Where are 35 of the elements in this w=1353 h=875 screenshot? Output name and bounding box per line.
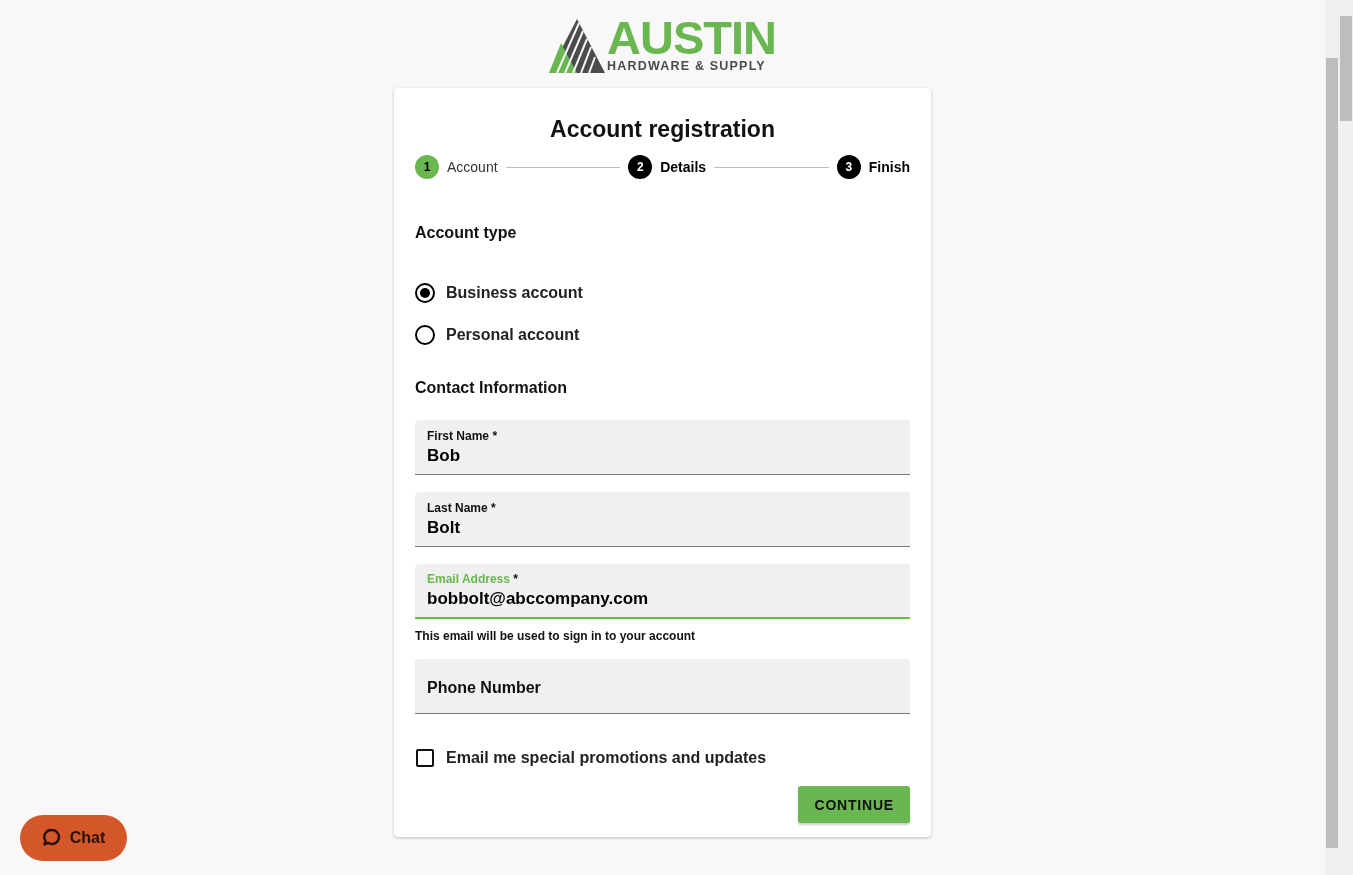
radio-label[interactable]: Personal account bbox=[446, 326, 580, 344]
radio-button[interactable] bbox=[415, 283, 435, 303]
logo-tagline: HARDWARE & SUPPLY bbox=[607, 59, 766, 73]
step-number: 3 bbox=[836, 155, 861, 179]
section-heading: Contact Information bbox=[415, 379, 568, 397]
input-field[interactable]: bobbolt@abccompany.com bbox=[427, 589, 898, 609]
step-label: Details bbox=[660, 159, 707, 175]
chat-button[interactable]: Chat bbox=[20, 815, 127, 861]
field-label: First Name * bbox=[427, 428, 499, 443]
text-field[interactable]: First Name * Bob bbox=[415, 420, 910, 475]
form-title: Account registration bbox=[549, 116, 776, 143]
radio-label[interactable]: Business account bbox=[446, 284, 583, 302]
input-field[interactable]: Bolt bbox=[427, 517, 898, 538]
input-field[interactable]: Phone Number bbox=[427, 677, 898, 698]
field-label: Email Address * bbox=[427, 572, 519, 586]
logo-name: AUSTIN bbox=[607, 18, 776, 58]
continue-button[interactable]: CONTINUE bbox=[798, 786, 910, 823]
field-label: Last Name * bbox=[427, 500, 497, 515]
text-field[interactable]: Phone Number bbox=[415, 659, 910, 714]
section-heading: Account type bbox=[415, 224, 518, 242]
logo-mark-icon bbox=[549, 19, 605, 73]
text-field[interactable]: Last Name * Bolt bbox=[415, 492, 910, 547]
helper-text: This email will be used to sign in to your account bbox=[415, 629, 697, 643]
scrollbar[interactable] bbox=[1325, 0, 1339, 875]
checkbox-label[interactable]: Email me special promotions and updates bbox=[446, 749, 767, 767]
step-label: Finish bbox=[868, 159, 910, 175]
scrollbar[interactable] bbox=[1339, 0, 1353, 875]
radio-button[interactable] bbox=[415, 325, 435, 345]
step-number: 1 bbox=[415, 155, 439, 179]
checkbox[interactable] bbox=[416, 749, 434, 767]
input-field[interactable]: Bob bbox=[427, 445, 898, 466]
step-number: 2 bbox=[628, 155, 653, 179]
text-field[interactable]: Email Address * bobbolt@abccompany.com bbox=[415, 564, 910, 619]
step-label: Account bbox=[447, 159, 498, 175]
chat-bubble-icon bbox=[41, 828, 62, 848]
